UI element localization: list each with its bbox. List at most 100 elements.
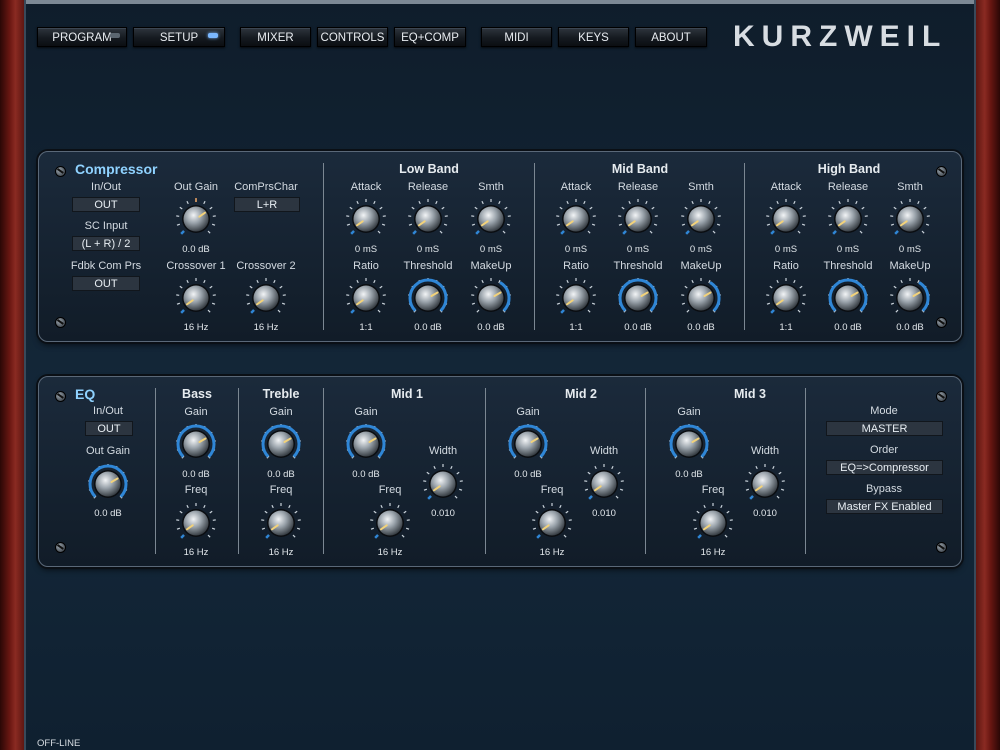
treble-gain-label: Gain <box>269 406 293 418</box>
crossover1-knob[interactable] <box>174 276 218 320</box>
comp-outgain-knob[interactable] <box>174 197 218 241</box>
high-release-knob[interactable] <box>826 197 870 241</box>
mid-makeup-label: MakeUp <box>680 260 722 272</box>
high-smth-knob[interactable] <box>888 197 932 241</box>
fdbk-display[interactable]: OUT <box>72 276 140 291</box>
low-release-knob[interactable] <box>406 197 450 241</box>
mid1-freq-knob[interactable] <box>368 501 412 545</box>
mid2-freq-knob[interactable] <box>530 501 574 545</box>
divider <box>155 388 156 554</box>
mid-smth-knob[interactable] <box>679 197 723 241</box>
compressor-title: Compressor <box>75 161 158 177</box>
low-attack-value: 0 mS <box>354 244 378 255</box>
mid2-width-value: 0.010 <box>592 508 616 519</box>
mid-band-title: Mid Band <box>611 162 669 176</box>
nav-eqcomp-button[interactable]: EQ+COMP <box>394 27 466 47</box>
mid1-freq-label: Freq <box>378 484 402 496</box>
nav-label: SETUP <box>159 32 199 44</box>
high-makeup-value: 0.0 dB <box>896 322 924 333</box>
mid3-width-value: 0.010 <box>753 508 777 519</box>
mode-display[interactable]: MASTER <box>826 421 943 436</box>
high-ratio-knob[interactable] <box>764 276 808 320</box>
nav-controls-button[interactable]: CONTROLS <box>317 27 388 47</box>
eq-inout-label: In/Out <box>93 405 123 417</box>
divider <box>805 388 806 554</box>
low-attack-knob[interactable] <box>344 197 388 241</box>
mid-release-value: 0 mS <box>626 244 650 255</box>
mid-threshold-knob[interactable] <box>616 276 660 320</box>
eq-inout-display[interactable]: OUT <box>85 421 133 436</box>
nav-label: MIXER <box>257 32 294 44</box>
nav-label: PROGRAM <box>52 32 112 44</box>
crossover2-knob[interactable] <box>244 276 288 320</box>
nav-program-button[interactable]: PROGRAM <box>37 27 127 47</box>
low-makeup-label: MakeUp <box>470 260 512 272</box>
low-band-title: Low Band <box>399 162 459 176</box>
high-threshold-knob[interactable] <box>826 276 870 320</box>
high-threshold-value: 0.0 dB <box>834 322 862 333</box>
mid-makeup-knob[interactable] <box>679 276 723 320</box>
nav-keys-button[interactable]: KEYS <box>558 27 629 47</box>
low-threshold-knob[interactable] <box>406 276 450 320</box>
high-attack-knob[interactable] <box>764 197 808 241</box>
comp-outgain-value: 0.0 dB <box>182 244 210 255</box>
mid3-gain-label: Gain <box>677 406 701 418</box>
mid3-gain-knob[interactable] <box>667 422 711 466</box>
low-attack-label: Attack <box>350 181 382 193</box>
mid2-freq-value: 16 Hz <box>539 547 565 558</box>
mid1-gain-knob[interactable] <box>344 422 388 466</box>
mid-attack-knob[interactable] <box>554 197 598 241</box>
bass-gain-knob[interactable] <box>174 422 218 466</box>
mid2-width-knob[interactable] <box>582 462 626 506</box>
crossover2-label: Crossover 2 <box>236 260 296 272</box>
low-ratio-knob[interactable] <box>344 276 388 320</box>
eq-title: EQ <box>75 386 96 402</box>
treble-title: Treble <box>262 387 300 401</box>
nav-label: ABOUT <box>651 32 691 44</box>
high-threshold-label: Threshold <box>823 260 873 272</box>
mid3-width-label: Width <box>750 445 780 457</box>
nav-setup-button[interactable]: SETUP <box>133 27 225 47</box>
nav-midi-button[interactable]: MIDI <box>481 27 552 47</box>
screw-icon <box>936 166 947 177</box>
treble-freq-value: 16 Hz <box>268 547 294 558</box>
comprschar-display[interactable]: L+R <box>234 197 300 212</box>
treble-freq-knob[interactable] <box>259 501 303 545</box>
mid3-freq-value: 16 Hz <box>700 547 726 558</box>
kurzweil-logo: KURZWEIL <box>733 20 948 53</box>
connection-status: OFF-LINE <box>37 738 81 749</box>
bypass-display[interactable]: Master FX Enabled <box>826 499 943 514</box>
crossover1-value: 16 Hz <box>183 322 209 333</box>
nav-mixer-button[interactable]: MIXER <box>240 27 311 47</box>
screw-icon <box>55 166 66 177</box>
screw-icon <box>936 391 947 402</box>
order-label: Order <box>869 444 899 456</box>
sc-input-display[interactable]: (L + R) / 2 <box>72 236 140 251</box>
low-makeup-knob[interactable] <box>469 276 513 320</box>
eq-outgain-label: Out Gain <box>85 445 131 457</box>
mid-ratio-knob[interactable] <box>554 276 598 320</box>
right-wood-rail <box>972 0 1000 750</box>
treble-gain-knob[interactable] <box>259 422 303 466</box>
screw-icon <box>55 542 66 553</box>
nav-label: EQ+COMP <box>401 32 459 44</box>
comp-inout-display[interactable]: OUT <box>72 197 140 212</box>
mid-smth-label: Smth <box>688 181 714 193</box>
high-makeup-knob[interactable] <box>888 276 932 320</box>
eq-outgain-knob[interactable] <box>86 462 130 506</box>
mid3-freq-knob[interactable] <box>691 501 735 545</box>
order-display[interactable]: EQ=>Compressor <box>826 460 943 475</box>
comprschar-label: ComPrsChar <box>234 181 298 193</box>
nav-label: KEYS <box>578 32 609 44</box>
mid3-width-knob[interactable] <box>743 462 787 506</box>
bass-freq-knob[interactable] <box>174 501 218 545</box>
sc-input-label: SC Input <box>84 220 128 232</box>
mid1-width-knob[interactable] <box>421 462 465 506</box>
low-smth-knob[interactable] <box>469 197 513 241</box>
nav-about-button[interactable]: ABOUT <box>635 27 707 47</box>
mid2-gain-knob[interactable] <box>506 422 550 466</box>
bass-freq-value: 16 Hz <box>183 547 209 558</box>
low-threshold-label: Threshold <box>403 260 453 272</box>
high-ratio-value: 1:1 <box>779 322 793 333</box>
mid-release-knob[interactable] <box>616 197 660 241</box>
